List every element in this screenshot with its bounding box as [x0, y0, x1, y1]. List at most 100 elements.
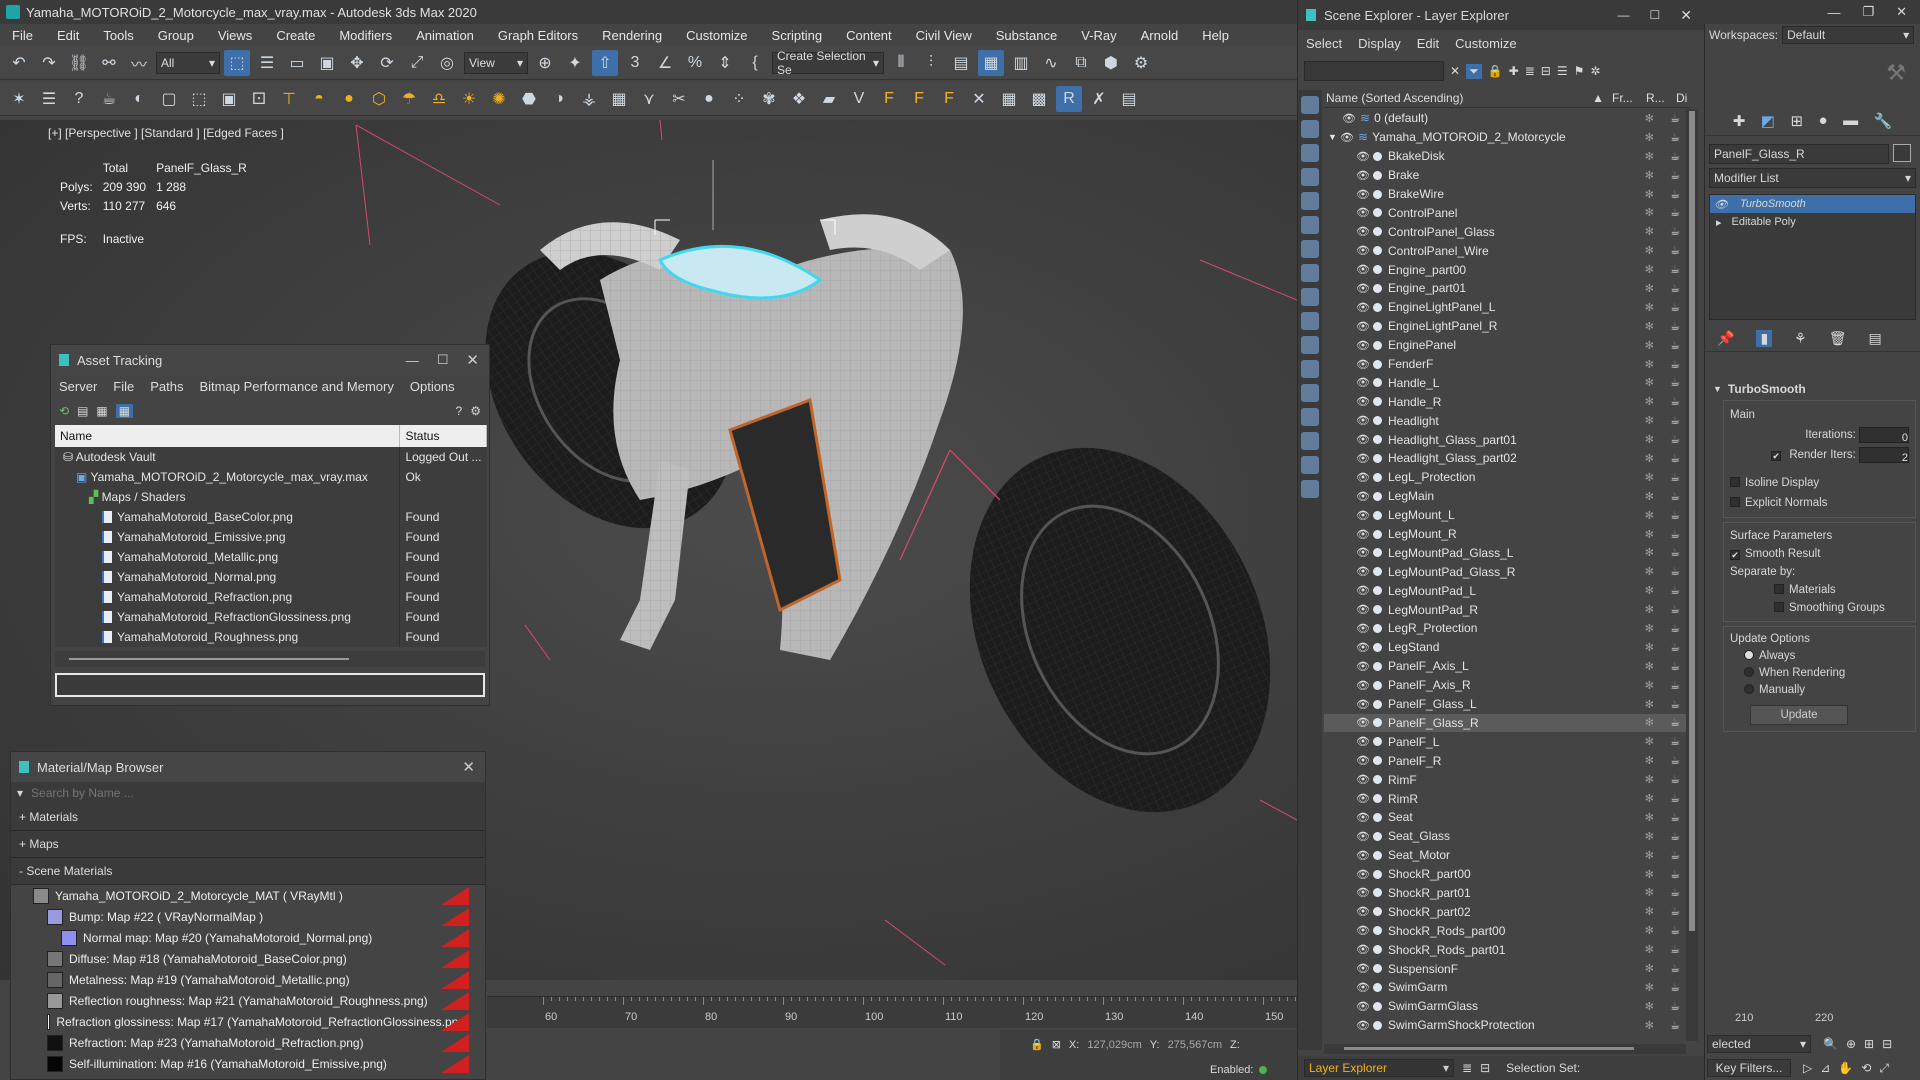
- render-toggle-icon[interactable]: ☕: [1670, 886, 1680, 899]
- visibility-eye-icon[interactable]: 👁: [1340, 131, 1354, 144]
- visibility-eye-icon[interactable]: 👁: [1356, 603, 1370, 616]
- menu-civil-view[interactable]: Civil View: [904, 28, 984, 43]
- fr-icon[interactable]: F: [936, 86, 962, 112]
- render-iters-spinner[interactable]: 2: [1859, 446, 1909, 464]
- render-toggle-icon[interactable]: ☕: [1670, 358, 1680, 371]
- scene-object-row[interactable]: 👁 ShockR_part02 ✻ ☕: [1324, 902, 1686, 921]
- menu-help[interactable]: Help: [1190, 28, 1241, 43]
- move-icon[interactable]: ✥: [344, 50, 370, 76]
- list-icon[interactable]: ☰: [36, 86, 62, 112]
- table-view-icon[interactable]: ▦: [115, 404, 134, 418]
- render-toggle-icon[interactable]: ☕: [1670, 339, 1680, 352]
- minimize-icon[interactable]: —: [406, 353, 419, 368]
- render-toggle-icon[interactable]: ☕: [1670, 131, 1680, 144]
- freeze-toggle-icon[interactable]: ✻: [1645, 490, 1654, 503]
- keyboard-shortcut-icon[interactable]: ⇧: [592, 49, 618, 76]
- curve-editor-icon[interactable]: ∿: [1038, 50, 1064, 76]
- visibility-eye-icon[interactable]: 👁: [1356, 225, 1370, 238]
- always-radio[interactable]: [1744, 650, 1754, 660]
- rect-selection-icon[interactable]: ▭: [284, 50, 310, 76]
- render-toggle-icon[interactable]: ☕: [1670, 509, 1680, 522]
- tab-create-icon[interactable]: ✚: [1733, 112, 1746, 130]
- display-cameras-icon[interactable]: [1301, 192, 1319, 210]
- sun-icon[interactable]: ☀: [456, 86, 482, 112]
- camera-icon[interactable]: ▣: [216, 86, 242, 112]
- filter-icon[interactable]: ⏷: [1466, 63, 1482, 79]
- tab-modify-icon[interactable]: ◩: [1761, 112, 1775, 130]
- smooth-result-checkbox[interactable]: ✔: [1730, 550, 1740, 560]
- scene-object-row[interactable]: 👁 Seat ✻ ☕: [1324, 808, 1686, 827]
- close-icon[interactable]: ✕: [1896, 4, 1907, 20]
- scene-object-row[interactable]: 👁 Seat_Glass ✻ ☕: [1324, 827, 1686, 846]
- scene-object-row[interactable]: 👁 Engine_part00 ✻ ☕: [1324, 260, 1686, 279]
- when-rendering-row[interactable]: When Rendering: [1730, 665, 1909, 682]
- stack-item-editable-poly[interactable]: ▸ Editable Poly: [1710, 213, 1915, 231]
- visibility-eye-icon[interactable]: 👁: [1356, 773, 1370, 786]
- menu-create[interactable]: Create: [264, 28, 327, 43]
- asset-tracking-titlebar[interactable]: Asset Tracking — ☐ ✕: [51, 345, 489, 375]
- manually-radio[interactable]: [1744, 684, 1754, 694]
- visibility-eye-icon[interactable]: 👁: [1356, 301, 1370, 314]
- table-row[interactable]: ▞ Maps / Shaders: [55, 487, 487, 507]
- scene-horizontal-scrollbar[interactable]: [1324, 1044, 1686, 1054]
- bind-spacewarp-icon[interactable]: 〰: [126, 50, 152, 76]
- timeline-ruler[interactable]: 60 70 80 90 100 110 120 130 140 150: [487, 996, 1336, 1028]
- freeze-toggle-icon[interactable]: ✻: [1645, 679, 1654, 692]
- render-toggle-icon[interactable]: ☕: [1670, 490, 1680, 503]
- render-toggle-icon[interactable]: ☕: [1670, 150, 1680, 163]
- sphere-icon[interactable]: ◐: [126, 86, 152, 112]
- visibility-eye-icon[interactable]: 👁: [1356, 509, 1370, 522]
- freeze-toggle-icon[interactable]: ✻: [1645, 1000, 1654, 1013]
- render-toggle-icon[interactable]: ☕: [1670, 622, 1680, 635]
- freeze-toggle-icon[interactable]: ✻: [1645, 1019, 1654, 1032]
- workspace-dropdown[interactable]: Default ▾: [1782, 26, 1915, 44]
- freeze-toggle-icon[interactable]: ✻: [1645, 773, 1654, 786]
- multi-material-icon[interactable]: ⁘: [726, 86, 752, 112]
- sphere-light-icon[interactable]: ●: [336, 86, 362, 112]
- spot-light-icon[interactable]: ☂: [396, 86, 422, 112]
- toolbox-icon[interactable]: ⚒: [1886, 60, 1906, 86]
- material-item[interactable]: Reflection roughness: Map #21 (YamahaMot…: [29, 990, 469, 1011]
- display-bones-icon[interactable]: [1301, 312, 1319, 330]
- render-toggle-icon[interactable]: ☕: [1670, 188, 1680, 201]
- material-item[interactable]: Diffuse: Map #18 (YamahaMotoroid_BaseCol…: [29, 948, 469, 969]
- col-status-header[interactable]: Status: [399, 425, 487, 447]
- render-toggle-icon[interactable]: ☕: [1670, 924, 1680, 937]
- freeze-toggle-icon[interactable]: ✻: [1645, 886, 1654, 899]
- render-toggle-icon[interactable]: ☕: [1670, 433, 1680, 446]
- ref-coord-dropdown[interactable]: View ▾: [464, 51, 528, 74]
- unlink-icon[interactable]: ⚯: [96, 50, 122, 76]
- visibility-eye-icon[interactable]: 👁: [1356, 206, 1370, 219]
- tab-utilities-icon[interactable]: 🔧: [1874, 112, 1893, 130]
- when-rendering-radio[interactable]: [1744, 667, 1754, 677]
- pan-icon[interactable]: ✋: [1838, 1061, 1853, 1075]
- detail-view-icon[interactable]: ▦: [96, 404, 107, 418]
- show-end-result-icon[interactable]: ▮: [1756, 330, 1773, 347]
- scene-object-row[interactable]: 👁 Brake ✻ ☕: [1324, 166, 1686, 185]
- fov-icon[interactable]: ⊿: [1820, 1061, 1830, 1075]
- mesh-light-icon[interactable]: ⬡: [366, 86, 392, 112]
- cylinder-icon[interactable]: ⬚: [186, 86, 212, 112]
- freeze-toggle-icon[interactable]: ✻: [1645, 622, 1654, 635]
- menu-v-ray[interactable]: V-Ray: [1069, 28, 1128, 43]
- render-toggle-icon[interactable]: ☕: [1670, 868, 1680, 881]
- grid-icon[interactable]: ▩: [1026, 86, 1052, 112]
- fp-icon[interactable]: F: [876, 86, 902, 112]
- render-toggle-icon[interactable]: ☕: [1670, 1000, 1680, 1013]
- edit-named-sel-icon[interactable]: {: [742, 50, 768, 76]
- freeze-toggle-icon[interactable]: ✻: [1645, 471, 1654, 484]
- display-containers-icon[interactable]: [1301, 336, 1319, 354]
- pivot-icon[interactable]: ⊕: [532, 50, 558, 76]
- scene-object-row[interactable]: 👁 SuspensionF ✻ ☕: [1324, 959, 1686, 978]
- selection-filter-dropdown[interactable]: All ▾: [156, 51, 220, 74]
- menu-tools[interactable]: Tools: [91, 28, 145, 43]
- visibility-eye-icon[interactable]: 👁: [1356, 244, 1370, 257]
- freeze-toggle-icon[interactable]: ✻: [1645, 452, 1654, 465]
- material-section[interactable]: + Materials: [11, 804, 485, 831]
- scene-object-row[interactable]: 👁 PanelF_Axis_L ✻ ☕: [1324, 657, 1686, 676]
- y-coord-value[interactable]: 275,567cm: [1168, 1039, 1222, 1051]
- col-display[interactable]: Di: [1676, 91, 1690, 105]
- material-item[interactable]: Refraction glossiness: Map #17 (YamahaMo…: [29, 1011, 469, 1032]
- table-row[interactable]: ▣ Yamaha_MOTOROiD_2_Motorcycle_max_vray.…: [55, 467, 487, 487]
- render-toggle-icon[interactable]: ☕: [1670, 716, 1680, 729]
